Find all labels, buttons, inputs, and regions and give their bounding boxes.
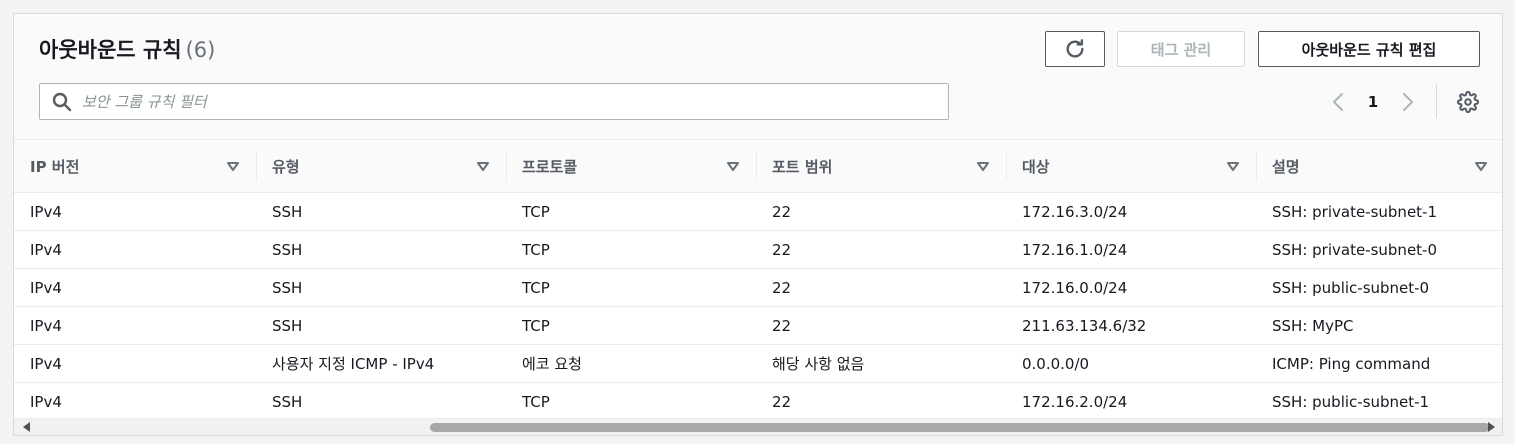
table-row[interactable]: IPv4 SSH TCP 22 211.63.134.6/32 SSH: MyP…: [14, 306, 1502, 345]
gear-icon[interactable]: [1456, 90, 1480, 114]
cell-protocol: TCP: [506, 230, 756, 269]
cell-type: 사용자 지정 ICMP - IPv4: [256, 344, 506, 383]
cell-protocol: TCP: [506, 268, 756, 307]
cell-port-range: 22: [756, 306, 1006, 345]
cell-description: SSH: public-subnet-1: [1256, 382, 1502, 421]
cell-destination: 211.63.134.6/32: [1006, 306, 1256, 345]
cell-destination: 172.16.1.0/24: [1006, 230, 1256, 269]
edit-outbound-rules-button[interactable]: 아웃바운드 규칙 편집: [1258, 31, 1480, 67]
table-row[interactable]: IPv4 SSH TCP 22 172.16.0.0/24 SSH: publi…: [14, 268, 1502, 307]
table-row[interactable]: IPv4 SSH TCP 22 172.16.3.0/24 SSH: priva…: [14, 192, 1502, 231]
column-header-protocol[interactable]: 프로토콜: [506, 140, 756, 193]
column-header-label: 설명: [1272, 157, 1300, 176]
cell-destination: 172.16.0.0/24: [1006, 268, 1256, 307]
horizontal-scrollbar[interactable]: [14, 418, 1502, 435]
search-box[interactable]: [39, 83, 949, 120]
column-header-label: 유형: [272, 157, 300, 176]
column-header-type[interactable]: 유형: [256, 140, 506, 193]
sort-down-icon[interactable]: [1226, 159, 1240, 173]
column-header-label: 포트 범위: [772, 157, 833, 176]
cell-destination: 0.0.0.0/0: [1006, 344, 1256, 383]
cell-ip-version: IPv4: [14, 382, 256, 421]
column-header-label: 프로토콜: [522, 157, 578, 176]
rules-table: IP 버전 유형 프로토콜 포트 범위 대상 설명 IPv4 SSH TCP 2…: [14, 140, 1502, 421]
sort-down-icon[interactable]: [1474, 159, 1488, 173]
column-header-ip-version[interactable]: IP 버전: [14, 140, 256, 193]
cell-description: SSH: private-subnet-1: [1256, 192, 1502, 231]
sort-down-icon[interactable]: [976, 159, 990, 173]
scrollbar-thumb[interactable]: [430, 423, 1490, 432]
cell-port-range: 해당 사항 없음: [756, 344, 1006, 383]
outbound-rules-panel: 아웃바운드 규칙 (6) 태그 관리 아웃바운드 규칙 편집 보안 그룹 규칙 …: [13, 13, 1503, 436]
cell-port-range: 22: [756, 382, 1006, 421]
pager-divider: [1436, 84, 1437, 118]
table-header-row: IP 버전 유형 프로토콜 포트 범위 대상 설명: [14, 140, 1502, 193]
manage-tags-button[interactable]: 태그 관리: [1117, 31, 1245, 67]
cell-port-range: 22: [756, 230, 1006, 269]
column-header-label: IP 버전: [30, 157, 80, 176]
cell-destination: 172.16.3.0/24: [1006, 192, 1256, 231]
table-row[interactable]: IPv4 사용자 지정 ICMP - IPv4 에코 요청 해당 사항 없음 0…: [14, 344, 1502, 383]
search-icon: [52, 92, 72, 112]
cell-destination: 172.16.2.0/24: [1006, 382, 1256, 421]
cell-ip-version: IPv4: [14, 230, 256, 269]
cell-ip-version: IPv4: [14, 192, 256, 231]
cell-type: SSH: [256, 306, 506, 345]
search-input[interactable]: [82, 92, 948, 111]
cell-protocol: TCP: [506, 306, 756, 345]
panel-title: 아웃바운드 규칙 (6): [39, 34, 215, 64]
column-header-destination[interactable]: 대상: [1006, 140, 1256, 193]
scroll-right-icon[interactable]: [1486, 422, 1496, 432]
refresh-button[interactable]: [1045, 31, 1105, 67]
sort-down-icon[interactable]: [476, 159, 490, 173]
table-row[interactable]: IPv4 SSH TCP 22 172.16.1.0/24 SSH: priva…: [14, 230, 1502, 269]
cell-port-range: 22: [756, 192, 1006, 231]
refresh-icon: [1064, 38, 1086, 60]
cell-type: SSH: [256, 382, 506, 421]
cell-type: SSH: [256, 268, 506, 307]
column-header-label: 대상: [1022, 157, 1050, 176]
cell-protocol: 에코 요청: [506, 344, 756, 383]
sort-down-icon[interactable]: [226, 159, 240, 173]
column-header-port-range[interactable]: 포트 범위: [756, 140, 1006, 193]
cell-protocol: TCP: [506, 382, 756, 421]
scroll-left-icon[interactable]: [22, 422, 32, 432]
panel-title-text: 아웃바운드 규칙: [39, 38, 182, 62]
sort-down-icon[interactable]: [726, 159, 740, 173]
cell-protocol: TCP: [506, 192, 756, 231]
pagination: 1: [1328, 90, 1418, 114]
chevron-right-icon[interactable]: [1398, 90, 1418, 114]
cell-ip-version: IPv4: [14, 344, 256, 383]
cell-type: SSH: [256, 230, 506, 269]
cell-type: SSH: [256, 192, 506, 231]
panel-header: 아웃바운드 규칙 (6) 태그 관리 아웃바운드 규칙 편집 보안 그룹 규칙 …: [14, 14, 1502, 140]
cell-description: ICMP: Ping command: [1256, 344, 1502, 383]
cell-ip-version: IPv4: [14, 268, 256, 307]
cell-description: SSH: private-subnet-0: [1256, 230, 1502, 269]
cell-description: SSH: public-subnet-0: [1256, 268, 1502, 307]
table-row[interactable]: IPv4 SSH TCP 22 172.16.2.0/24 SSH: publi…: [14, 382, 1502, 421]
cell-port-range: 22: [756, 268, 1006, 307]
cell-ip-version: IPv4: [14, 306, 256, 345]
cell-description: SSH: MyPC: [1256, 306, 1502, 345]
chevron-left-icon[interactable]: [1328, 90, 1348, 114]
column-header-description[interactable]: 설명: [1256, 140, 1502, 193]
rule-count: (6): [185, 38, 216, 62]
current-page[interactable]: 1: [1358, 93, 1388, 111]
